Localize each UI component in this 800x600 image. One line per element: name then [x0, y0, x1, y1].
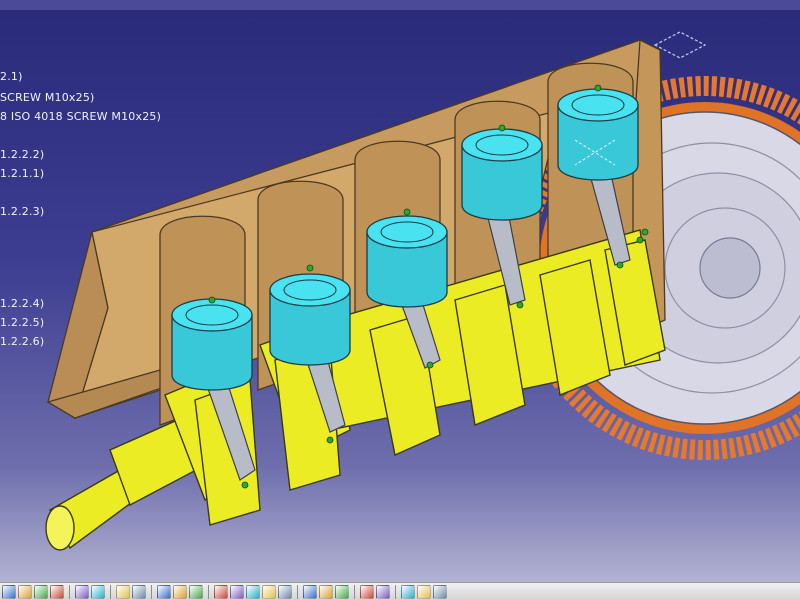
- angle-icon[interactable]: [278, 584, 292, 599]
- bottom-toolbar: [0, 582, 800, 600]
- section-icon[interactable]: [335, 584, 349, 599]
- explode-icon[interactable]: [360, 584, 374, 599]
- view-plane-indicator[interactable]: [653, 31, 707, 59]
- measure-icon[interactable]: [189, 584, 203, 599]
- clash-icon[interactable]: [319, 584, 333, 599]
- fx-formula-icon[interactable]: [75, 584, 89, 599]
- piston-4[interactable]: [461, 128, 543, 221]
- engine-assembly-model[interactable]: [0, 0, 800, 582]
- fix-icon[interactable]: [230, 584, 244, 599]
- toolbar-separator: [151, 584, 152, 599]
- move-icon[interactable]: [157, 584, 171, 599]
- toolbar-separator: [354, 584, 355, 599]
- toolbar-separator: [395, 584, 396, 599]
- contact-icon[interactable]: [246, 584, 260, 599]
- piston-1[interactable]: [171, 298, 253, 391]
- offset-icon[interactable]: [262, 584, 276, 599]
- piston-2[interactable]: [269, 273, 351, 366]
- zoom-icon[interactable]: [18, 584, 32, 599]
- piston-3[interactable]: [366, 215, 448, 308]
- render-icon[interactable]: [376, 584, 390, 599]
- toolbar-separator: [110, 584, 111, 599]
- link-icon[interactable]: [34, 584, 48, 599]
- new-part-icon[interactable]: [116, 584, 130, 599]
- piston-5[interactable]: [557, 88, 639, 181]
- constraint-icon[interactable]: [214, 584, 228, 599]
- snap-icon[interactable]: [173, 584, 187, 599]
- bolt-icon[interactable]: [132, 584, 146, 599]
- select-icon[interactable]: [2, 584, 16, 599]
- fly-icon[interactable]: [401, 584, 415, 599]
- pan-icon[interactable]: [433, 584, 447, 599]
- toolbar-separator: [208, 584, 209, 599]
- rotate-icon[interactable]: [417, 584, 431, 599]
- catalog-icon[interactable]: [91, 584, 105, 599]
- toolbar-separator: [69, 584, 70, 599]
- 3d-viewport[interactable]: 2.1) SCREW M10x25) 8 ISO 4018 SCREW M10x25…: [0, 0, 800, 582]
- toolbar-separator: [297, 584, 298, 599]
- update-icon[interactable]: [303, 584, 317, 599]
- help-icon[interactable]: [50, 584, 64, 599]
